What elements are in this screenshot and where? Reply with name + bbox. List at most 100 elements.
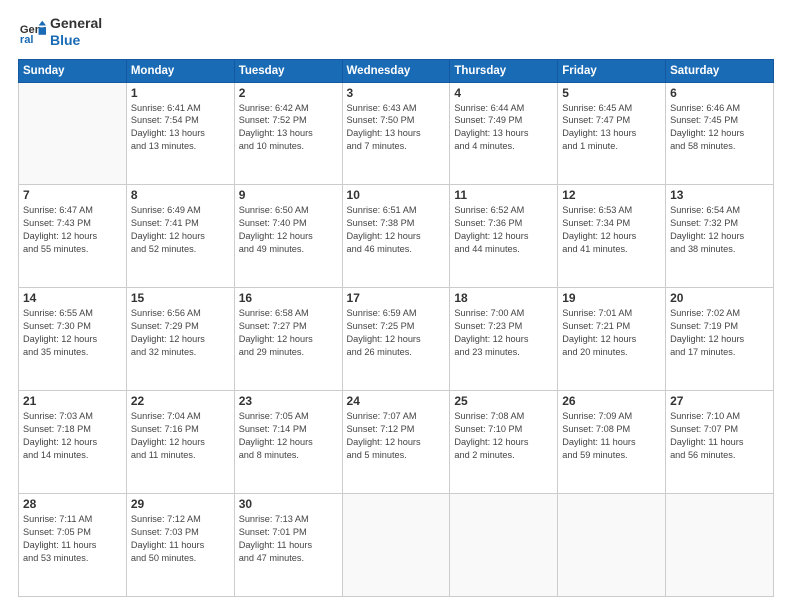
calendar-cell: 27Sunrise: 7:10 AM Sunset: 7:07 PM Dayli… [666, 391, 774, 494]
day-number: 16 [239, 291, 338, 305]
day-number: 13 [670, 188, 769, 202]
calendar-week-3: 14 Sunrise: 6:55 AM Sunset: 7:30 PM Dayli… [19, 288, 774, 391]
calendar-cell: 3 Sunrise: 6:43 AM Sunset: 7:50 PM Daylig… [342, 82, 450, 185]
day-info: Sunrise: 7:03 AM Sunset: 7:18 PM Dayligh… [23, 410, 122, 462]
calendar-week-4: 21 Sunrise: 7:03 AM Sunset: 7:18 PM Dayli… [19, 391, 774, 494]
logo-text-blue: Blue [50, 32, 102, 49]
day-number: 1 [131, 86, 230, 100]
day-number: 15 [131, 291, 230, 305]
calendar-cell: 16 Sunrise: 6:58 AM Sunset: 7:27 PM Dayli… [234, 288, 342, 391]
calendar-cell: 22 Sunrise: 7:04 AM Sunset: 7:16 PM Dayli… [126, 391, 234, 494]
calendar-cell: 30 Sunrise: 7:13 AM Sunset: 7:01 PM Dayli… [234, 494, 342, 597]
day-number: 24 [347, 394, 446, 408]
day-number: 23 [239, 394, 338, 408]
day-header-friday: Friday [558, 59, 666, 82]
day-number: 28 [23, 497, 122, 511]
day-info: Sunrise: 7:12 AM Sunset: 7:03 PM Dayligh… [131, 513, 230, 565]
day-number: 17 [347, 291, 446, 305]
day-number: 30 [239, 497, 338, 511]
day-number: 20 [670, 291, 769, 305]
calendar-cell: 29 Sunrise: 7:12 AM Sunset: 7:03 PM Dayli… [126, 494, 234, 597]
day-info: Sunrise: 6:42 AM Sunset: 7:52 PM Dayligh… [239, 102, 338, 154]
svg-text:ral: ral [20, 34, 34, 46]
calendar-cell: 5 Sunrise: 6:45 AM Sunset: 7:47 PM Daylig… [558, 82, 666, 185]
logo-text-general: General [50, 15, 102, 32]
day-info: Sunrise: 6:59 AM Sunset: 7:25 PM Dayligh… [347, 307, 446, 359]
day-info: Sunrise: 6:53 AM Sunset: 7:34 PM Dayligh… [562, 204, 661, 256]
day-header-thursday: Thursday [450, 59, 558, 82]
day-info: Sunrise: 6:45 AM Sunset: 7:47 PM Dayligh… [562, 102, 661, 154]
logo-icon: Gene ral [18, 18, 46, 46]
day-header-saturday: Saturday [666, 59, 774, 82]
calendar-cell: 8Sunrise: 6:49 AM Sunset: 7:41 PM Daylig… [126, 185, 234, 288]
day-number: 12 [562, 188, 661, 202]
calendar-cell: 9 Sunrise: 6:50 AM Sunset: 7:40 PM Daylig… [234, 185, 342, 288]
day-header-sunday: Sunday [19, 59, 127, 82]
calendar-cell: 28 Sunrise: 7:11 AM Sunset: 7:05 PM Dayli… [19, 494, 127, 597]
calendar-cell: 2Sunrise: 6:42 AM Sunset: 7:52 PM Daylig… [234, 82, 342, 185]
day-info: Sunrise: 6:46 AM Sunset: 7:45 PM Dayligh… [670, 102, 769, 154]
day-info: Sunrise: 6:47 AM Sunset: 7:43 PM Dayligh… [23, 204, 122, 256]
day-info: Sunrise: 7:04 AM Sunset: 7:16 PM Dayligh… [131, 410, 230, 462]
day-info: Sunrise: 7:13 AM Sunset: 7:01 PM Dayligh… [239, 513, 338, 565]
calendar-cell [19, 82, 127, 185]
day-number: 27 [670, 394, 769, 408]
calendar-cell: 19 Sunrise: 7:01 AM Sunset: 7:21 PM Dayli… [558, 288, 666, 391]
day-info: Sunrise: 6:41 AM Sunset: 7:54 PM Dayligh… [131, 102, 230, 154]
calendar-cell: 12 Sunrise: 6:53 AM Sunset: 7:34 PM Dayli… [558, 185, 666, 288]
day-info: Sunrise: 6:49 AM Sunset: 7:41 PM Dayligh… [131, 204, 230, 256]
calendar-cell: 20 Sunrise: 7:02 AM Sunset: 7:19 PM Dayli… [666, 288, 774, 391]
calendar-cell: 11 Sunrise: 6:52 AM Sunset: 7:36 PM Dayli… [450, 185, 558, 288]
day-info: Sunrise: 6:52 AM Sunset: 7:36 PM Dayligh… [454, 204, 553, 256]
day-number: 3 [347, 86, 446, 100]
calendar-week-1: 1 Sunrise: 6:41 AM Sunset: 7:54 PM Daylig… [19, 82, 774, 185]
day-header-tuesday: Tuesday [234, 59, 342, 82]
calendar-cell: 1 Sunrise: 6:41 AM Sunset: 7:54 PM Daylig… [126, 82, 234, 185]
day-number: 10 [347, 188, 446, 202]
calendar-cell [450, 494, 558, 597]
day-number: 21 [23, 394, 122, 408]
calendar-cell: 21 Sunrise: 7:03 AM Sunset: 7:18 PM Dayli… [19, 391, 127, 494]
calendar-cell: 17 Sunrise: 6:59 AM Sunset: 7:25 PM Dayli… [342, 288, 450, 391]
calendar-cell [666, 494, 774, 597]
day-info: Sunrise: 6:50 AM Sunset: 7:40 PM Dayligh… [239, 204, 338, 256]
calendar-cell: 26 Sunrise: 7:09 AM Sunset: 7:08 PM Dayli… [558, 391, 666, 494]
day-info: Sunrise: 7:01 AM Sunset: 7:21 PM Dayligh… [562, 307, 661, 359]
day-info: Sunrise: 7:05 AM Sunset: 7:14 PM Dayligh… [239, 410, 338, 462]
day-info: Sunrise: 6:56 AM Sunset: 7:29 PM Dayligh… [131, 307, 230, 359]
day-number: 19 [562, 291, 661, 305]
day-number: 29 [131, 497, 230, 511]
calendar-cell: 10Sunrise: 6:51 AM Sunset: 7:38 PM Dayli… [342, 185, 450, 288]
day-info: Sunrise: 6:54 AM Sunset: 7:32 PM Dayligh… [670, 204, 769, 256]
calendar-cell: 18Sunrise: 7:00 AM Sunset: 7:23 PM Dayli… [450, 288, 558, 391]
day-info: Sunrise: 6:58 AM Sunset: 7:27 PM Dayligh… [239, 307, 338, 359]
day-number: 14 [23, 291, 122, 305]
day-info: Sunrise: 7:11 AM Sunset: 7:05 PM Dayligh… [23, 513, 122, 565]
calendar-cell: 4 Sunrise: 6:44 AM Sunset: 7:49 PM Daylig… [450, 82, 558, 185]
day-info: Sunrise: 6:55 AM Sunset: 7:30 PM Dayligh… [23, 307, 122, 359]
day-info: Sunrise: 7:08 AM Sunset: 7:10 PM Dayligh… [454, 410, 553, 462]
day-info: Sunrise: 7:00 AM Sunset: 7:23 PM Dayligh… [454, 307, 553, 359]
day-info: Sunrise: 6:43 AM Sunset: 7:50 PM Dayligh… [347, 102, 446, 154]
day-number: 5 [562, 86, 661, 100]
calendar-cell [342, 494, 450, 597]
day-number: 26 [562, 394, 661, 408]
calendar-cell: 24Sunrise: 7:07 AM Sunset: 7:12 PM Dayli… [342, 391, 450, 494]
day-info: Sunrise: 6:44 AM Sunset: 7:49 PM Dayligh… [454, 102, 553, 154]
day-header-monday: Monday [126, 59, 234, 82]
day-info: Sunrise: 7:09 AM Sunset: 7:08 PM Dayligh… [562, 410, 661, 462]
day-number: 9 [239, 188, 338, 202]
calendar-cell: 13 Sunrise: 6:54 AM Sunset: 7:32 PM Dayli… [666, 185, 774, 288]
day-number: 11 [454, 188, 553, 202]
calendar-cell: 6Sunrise: 6:46 AM Sunset: 7:45 PM Daylig… [666, 82, 774, 185]
day-number: 25 [454, 394, 553, 408]
day-number: 22 [131, 394, 230, 408]
day-number: 4 [454, 86, 553, 100]
calendar: SundayMondayTuesdayWednesdayThursdayFrid… [18, 59, 774, 597]
calendar-week-2: 7Sunrise: 6:47 AM Sunset: 7:43 PM Daylig… [19, 185, 774, 288]
calendar-header-row: SundayMondayTuesdayWednesdayThursdayFrid… [19, 59, 774, 82]
day-info: Sunrise: 7:02 AM Sunset: 7:19 PM Dayligh… [670, 307, 769, 359]
calendar-cell [558, 494, 666, 597]
calendar-cell: 25 Sunrise: 7:08 AM Sunset: 7:10 PM Dayli… [450, 391, 558, 494]
calendar-cell: 14 Sunrise: 6:55 AM Sunset: 7:30 PM Dayli… [19, 288, 127, 391]
